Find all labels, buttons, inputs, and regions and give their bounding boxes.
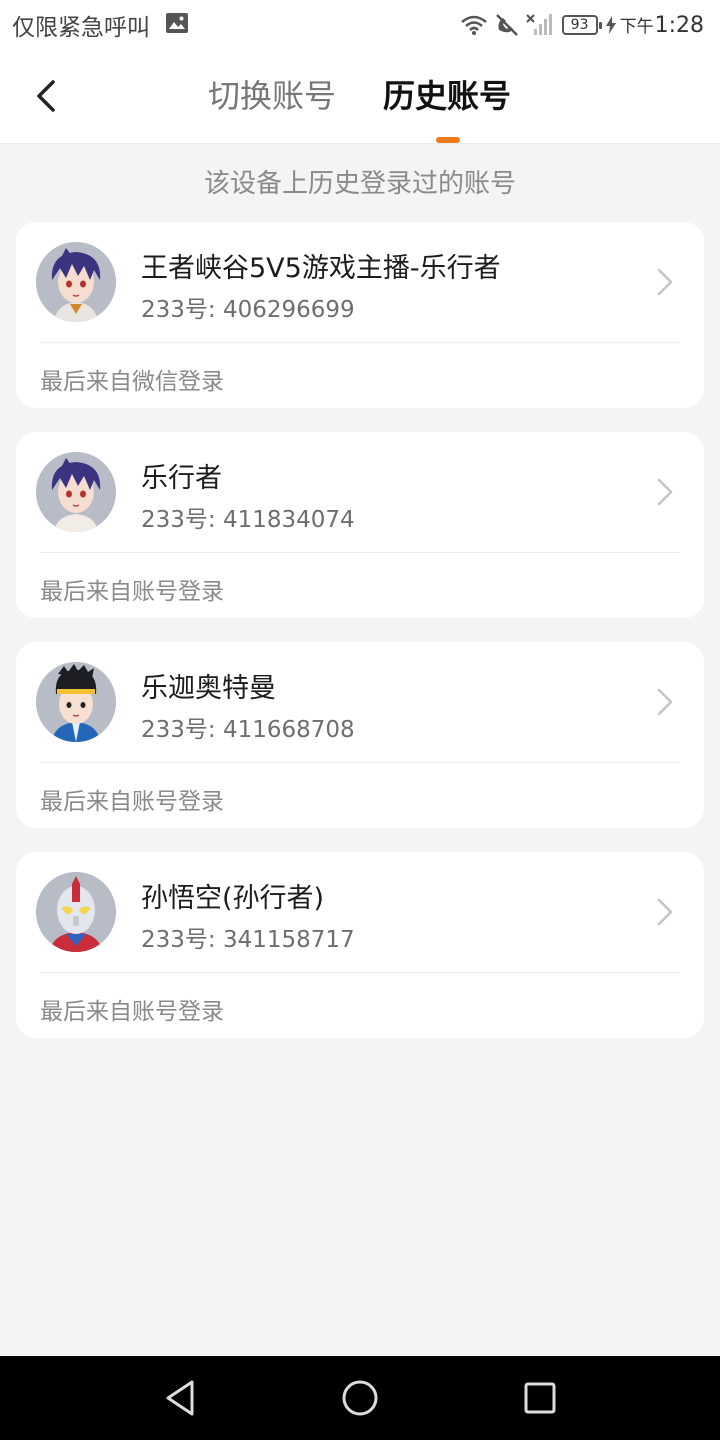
chevron-left-icon bbox=[37, 80, 55, 112]
account-card[interactable]: 乐行者 233号: 411834074 最后来自账号登录 bbox=[16, 432, 704, 618]
status-icons: 93 下午1:28 bbox=[460, 10, 704, 40]
chevron-right-icon bbox=[657, 688, 673, 716]
avatar bbox=[36, 452, 116, 532]
back-button[interactable] bbox=[22, 72, 70, 120]
account-id: 233号: 411668708 bbox=[141, 717, 355, 743]
divider bbox=[40, 972, 680, 973]
account-card[interactable]: 乐迦奥特曼 233号: 411668708 最后来自账号登录 bbox=[16, 642, 704, 828]
avatar bbox=[36, 242, 116, 322]
nav-home-button[interactable] bbox=[338, 1376, 382, 1420]
chevron-right-icon bbox=[657, 898, 673, 926]
account-id: 233号: 411834074 bbox=[141, 507, 355, 533]
avatar bbox=[36, 872, 116, 952]
clock: 下午1:28 bbox=[619, 13, 704, 38]
account-id: 233号: 341158717 bbox=[141, 927, 355, 953]
tab-switch-account[interactable]: 切换账号 bbox=[208, 74, 336, 118]
charging-icon bbox=[605, 16, 616, 34]
battery-icon: 93 bbox=[561, 15, 602, 35]
nav-back-button[interactable] bbox=[158, 1376, 202, 1420]
circle-home-icon bbox=[342, 1380, 378, 1416]
login-source: 最后来自账号登录 bbox=[40, 579, 224, 605]
login-source: 最后来自账号登录 bbox=[40, 789, 224, 815]
divider bbox=[40, 342, 680, 343]
divider bbox=[40, 552, 680, 553]
account-name: 孙悟空(孙行者) bbox=[141, 883, 325, 914]
status-bar: 仅限紧急呼叫 93 下午1:28 bbox=[0, 0, 720, 50]
square-recents-icon bbox=[524, 1382, 556, 1414]
account-name: 乐迦奥特曼 bbox=[141, 673, 276, 704]
account-card[interactable]: 王者峡谷5V5游戏主播-乐行者 233号: 406296699 最后来自微信登录 bbox=[16, 222, 704, 408]
top-nav-bar: 切换账号 历史账号 bbox=[0, 50, 720, 144]
divider bbox=[40, 762, 680, 763]
login-source: 最后来自微信登录 bbox=[40, 369, 224, 395]
avatar bbox=[36, 662, 116, 742]
no-call-icon bbox=[494, 12, 520, 38]
wifi-icon bbox=[460, 14, 488, 36]
account-list: 王者峡谷5V5游戏主播-乐行者 233号: 406296699 最后来自微信登录… bbox=[16, 222, 704, 1062]
chevron-right-icon bbox=[657, 268, 673, 296]
account-id: 233号: 406296699 bbox=[141, 297, 355, 323]
account-card[interactable]: 孙悟空(孙行者) 233号: 341158717 最后来自账号登录 bbox=[16, 852, 704, 1038]
nav-recents-button[interactable] bbox=[518, 1376, 562, 1420]
no-signal-icon bbox=[525, 13, 552, 37]
carrier-text: 仅限紧急呼叫 bbox=[12, 15, 150, 41]
image-notification-icon bbox=[166, 13, 188, 33]
chevron-right-icon bbox=[657, 478, 673, 506]
account-name: 乐行者 bbox=[141, 463, 222, 494]
login-source: 最后来自账号登录 bbox=[40, 999, 224, 1025]
tab-history-account[interactable]: 历史账号 bbox=[383, 74, 511, 118]
account-name: 王者峡谷5V5游戏主播-乐行者 bbox=[141, 253, 501, 284]
system-nav-bar bbox=[0, 1356, 720, 1440]
triangle-back-icon bbox=[166, 1380, 194, 1416]
active-tab-indicator bbox=[436, 137, 460, 143]
section-subtitle: 该设备上历史登录过的账号 bbox=[203, 169, 516, 199]
